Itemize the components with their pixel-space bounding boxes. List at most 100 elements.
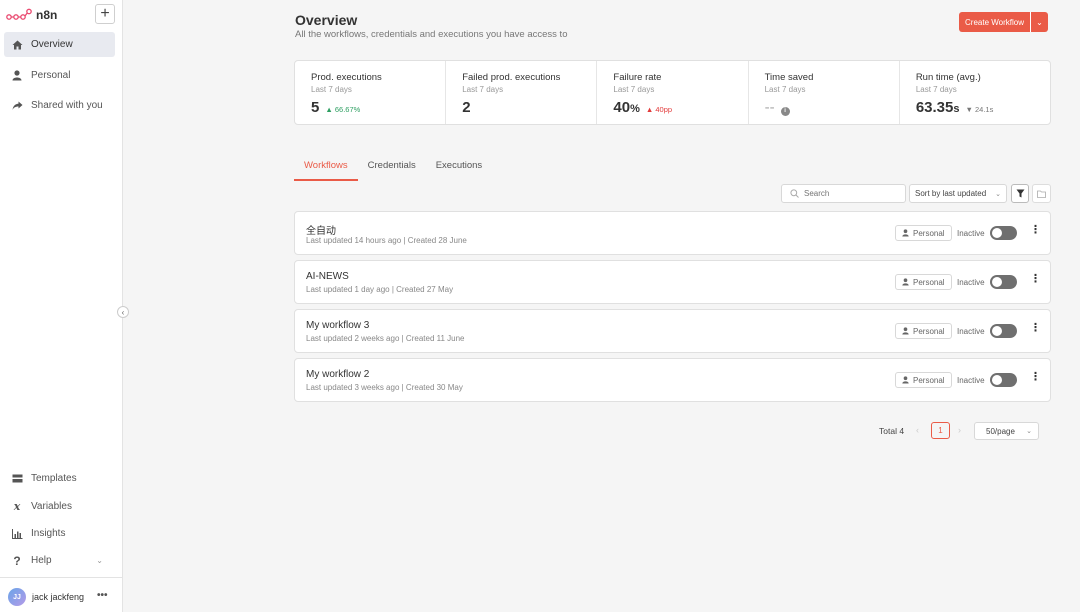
search-input[interactable] xyxy=(804,189,894,198)
user-name: jack jackfeng xyxy=(32,592,85,602)
stat-title: Run time (avg.) xyxy=(915,72,981,83)
sidebar-item-overview[interactable]: Overview xyxy=(4,32,115,57)
create-dropdown-button[interactable]: ⌄ xyxy=(1029,12,1048,32)
sidebar-item-templates[interactable]: Templates xyxy=(4,466,115,491)
more-vertical-icon[interactable]: ⋮ xyxy=(1030,372,1041,383)
stat-value: -- xyxy=(764,99,775,116)
more-vertical-icon[interactable]: ⋮ xyxy=(1030,274,1041,285)
page-size-value: 50/page xyxy=(986,426,1015,436)
chevron-down-icon: ⌄ xyxy=(1036,17,1043,27)
share-icon xyxy=(11,100,23,112)
search-box[interactable] xyxy=(781,184,906,203)
workflow-card[interactable]: AI-NEWS Last updated 1 day ago | Created… xyxy=(294,260,1051,304)
owner-badge: Personal xyxy=(895,225,952,241)
stat-value: 5 xyxy=(311,99,320,116)
more-vertical-icon[interactable]: ⋮ xyxy=(1030,323,1041,334)
info-icon[interactable]: i xyxy=(780,106,790,116)
workflow-card[interactable]: My workflow 3 Last updated 2 weeks ago |… xyxy=(294,309,1051,353)
workflow-name[interactable]: My workflow 3 xyxy=(306,320,369,331)
sort-select[interactable]: Sort by last updated ⌄ xyxy=(909,184,1007,203)
workflow-name[interactable]: My workflow 2 xyxy=(306,369,369,380)
stat-title: Time saved xyxy=(764,72,814,83)
chevron-left-icon[interactable]: ‹ xyxy=(916,425,919,435)
filter-button[interactable] xyxy=(1011,184,1029,203)
user-icon xyxy=(902,327,909,335)
stat-value: 40 xyxy=(613,99,631,116)
tab-executions[interactable]: Executions xyxy=(426,158,492,181)
stat-prod-executions[interactable]: Prod. executions Last 7 days 5 ▲ 66.67% xyxy=(295,61,447,124)
workflow-card[interactable]: 全自动 Last updated 14 hours ago | Created … xyxy=(294,211,1051,255)
stat-failure-rate[interactable]: Failure rate Last 7 days 40% ▲ 40pp xyxy=(597,61,749,124)
active-toggle[interactable] xyxy=(990,324,1017,338)
chevron-down-icon: ⌄ xyxy=(96,556,103,565)
stat-title: Prod. executions xyxy=(311,72,382,83)
more-vertical-icon[interactable]: ⋮ xyxy=(1030,225,1041,236)
sidebar-item-shared[interactable]: Shared with you xyxy=(4,93,115,118)
workflow-name[interactable]: 全自动 xyxy=(306,222,336,237)
tab-credentials[interactable]: Credentials xyxy=(358,158,426,181)
active-toggle[interactable] xyxy=(990,373,1017,387)
status-label: Inactive xyxy=(957,376,985,385)
pagination-total: Total 4 xyxy=(879,426,905,436)
stat-delta: ▲ 40pp xyxy=(645,105,673,114)
stat-period: Last 7 days xyxy=(764,85,806,94)
sidebar-item-insights[interactable]: Insights xyxy=(4,521,115,546)
sidebar-item-label: Help xyxy=(31,555,52,566)
sidebar-item-label: Variables xyxy=(31,501,72,512)
owner-label: Personal xyxy=(913,375,945,385)
chevron-down-icon: ⌄ xyxy=(995,190,1001,198)
user-icon xyxy=(902,376,909,384)
n8n-logo-icon xyxy=(6,8,32,20)
status-label: Inactive xyxy=(957,229,985,238)
collapse-sidebar-button[interactable]: ‹ xyxy=(117,306,129,318)
page-subtitle: All the workflows, credentials and execu… xyxy=(295,29,568,40)
sidebar-item-personal[interactable]: Personal xyxy=(4,63,115,88)
chevron-right-icon[interactable]: › xyxy=(958,425,961,435)
active-toggle[interactable] xyxy=(990,275,1017,289)
owner-badge: Personal xyxy=(895,372,952,388)
status-label: Inactive xyxy=(957,327,985,336)
sidebar-item-label: Shared with you xyxy=(31,100,103,111)
chevron-down-icon: ⌄ xyxy=(1026,428,1032,435)
page-title: Overview xyxy=(295,12,358,28)
workflow-card[interactable]: My workflow 2 Last updated 3 weeks ago |… xyxy=(294,358,1051,402)
insights-summary: Prod. executions Last 7 days 5 ▲ 66.67% … xyxy=(294,60,1051,125)
chevron-left-icon: ‹ xyxy=(121,307,125,317)
stat-time-saved[interactable]: Time saved Last 7 days -- i xyxy=(749,61,900,124)
stat-failed-executions[interactable]: Failed prod. executions Last 7 days 2 xyxy=(446,61,598,124)
folder-button[interactable] xyxy=(1032,184,1051,203)
owner-badge: Personal xyxy=(895,323,952,339)
user-menu[interactable]: JJ jack jackfeng xyxy=(8,588,84,606)
page-number[interactable]: 1 xyxy=(931,422,950,439)
stat-period: Last 7 days xyxy=(311,85,352,94)
workflow-name[interactable]: AI-NEWS xyxy=(306,271,349,282)
user-icon xyxy=(902,229,909,237)
stat-run-time[interactable]: Run time (avg.) Last 7 days 63.35s ▼ 24.… xyxy=(900,61,1050,124)
brand[interactable]: n8n xyxy=(6,6,57,24)
create-workflow-button[interactable]: Create Workflow xyxy=(959,12,1030,32)
stat-value: 63.35 xyxy=(915,99,954,116)
sidebar-item-variables[interactable]: 𝒙 Variables xyxy=(4,494,115,519)
workflow-meta: Last updated 1 day ago | Created 27 May xyxy=(306,285,454,294)
tab-bar: Workflows Credentials Executions xyxy=(294,158,492,181)
brand-name: n8n xyxy=(36,8,58,22)
avatar: JJ xyxy=(8,588,26,606)
stat-title: Failed prod. executions xyxy=(462,72,561,83)
stat-period: Last 7 days xyxy=(915,85,957,94)
sidebar-item-help[interactable]: ? Help ⌄ xyxy=(4,548,115,573)
stat-title: Failure rate xyxy=(613,72,662,83)
sidebar: n8n + Overview Personal Shared with you … xyxy=(0,0,129,612)
stat-delta: ▲ 66.67% xyxy=(325,105,361,114)
active-toggle[interactable] xyxy=(990,226,1017,240)
create-workflow-button-group: Create Workflow ⌄ xyxy=(959,12,1048,32)
user-icon xyxy=(902,278,909,286)
more-icon[interactable]: ••• xyxy=(97,590,108,601)
owner-label: Personal xyxy=(913,277,945,287)
tab-workflows[interactable]: Workflows xyxy=(294,158,358,181)
templates-icon xyxy=(11,473,23,485)
owner-label: Personal xyxy=(913,326,945,336)
add-button[interactable]: + xyxy=(95,4,115,24)
help-icon: ? xyxy=(13,553,21,568)
page-size-select[interactable]: 50/page ⌄ xyxy=(974,422,1039,440)
workflow-meta: Last updated 2 weeks ago | Created 11 Ju… xyxy=(306,334,465,343)
